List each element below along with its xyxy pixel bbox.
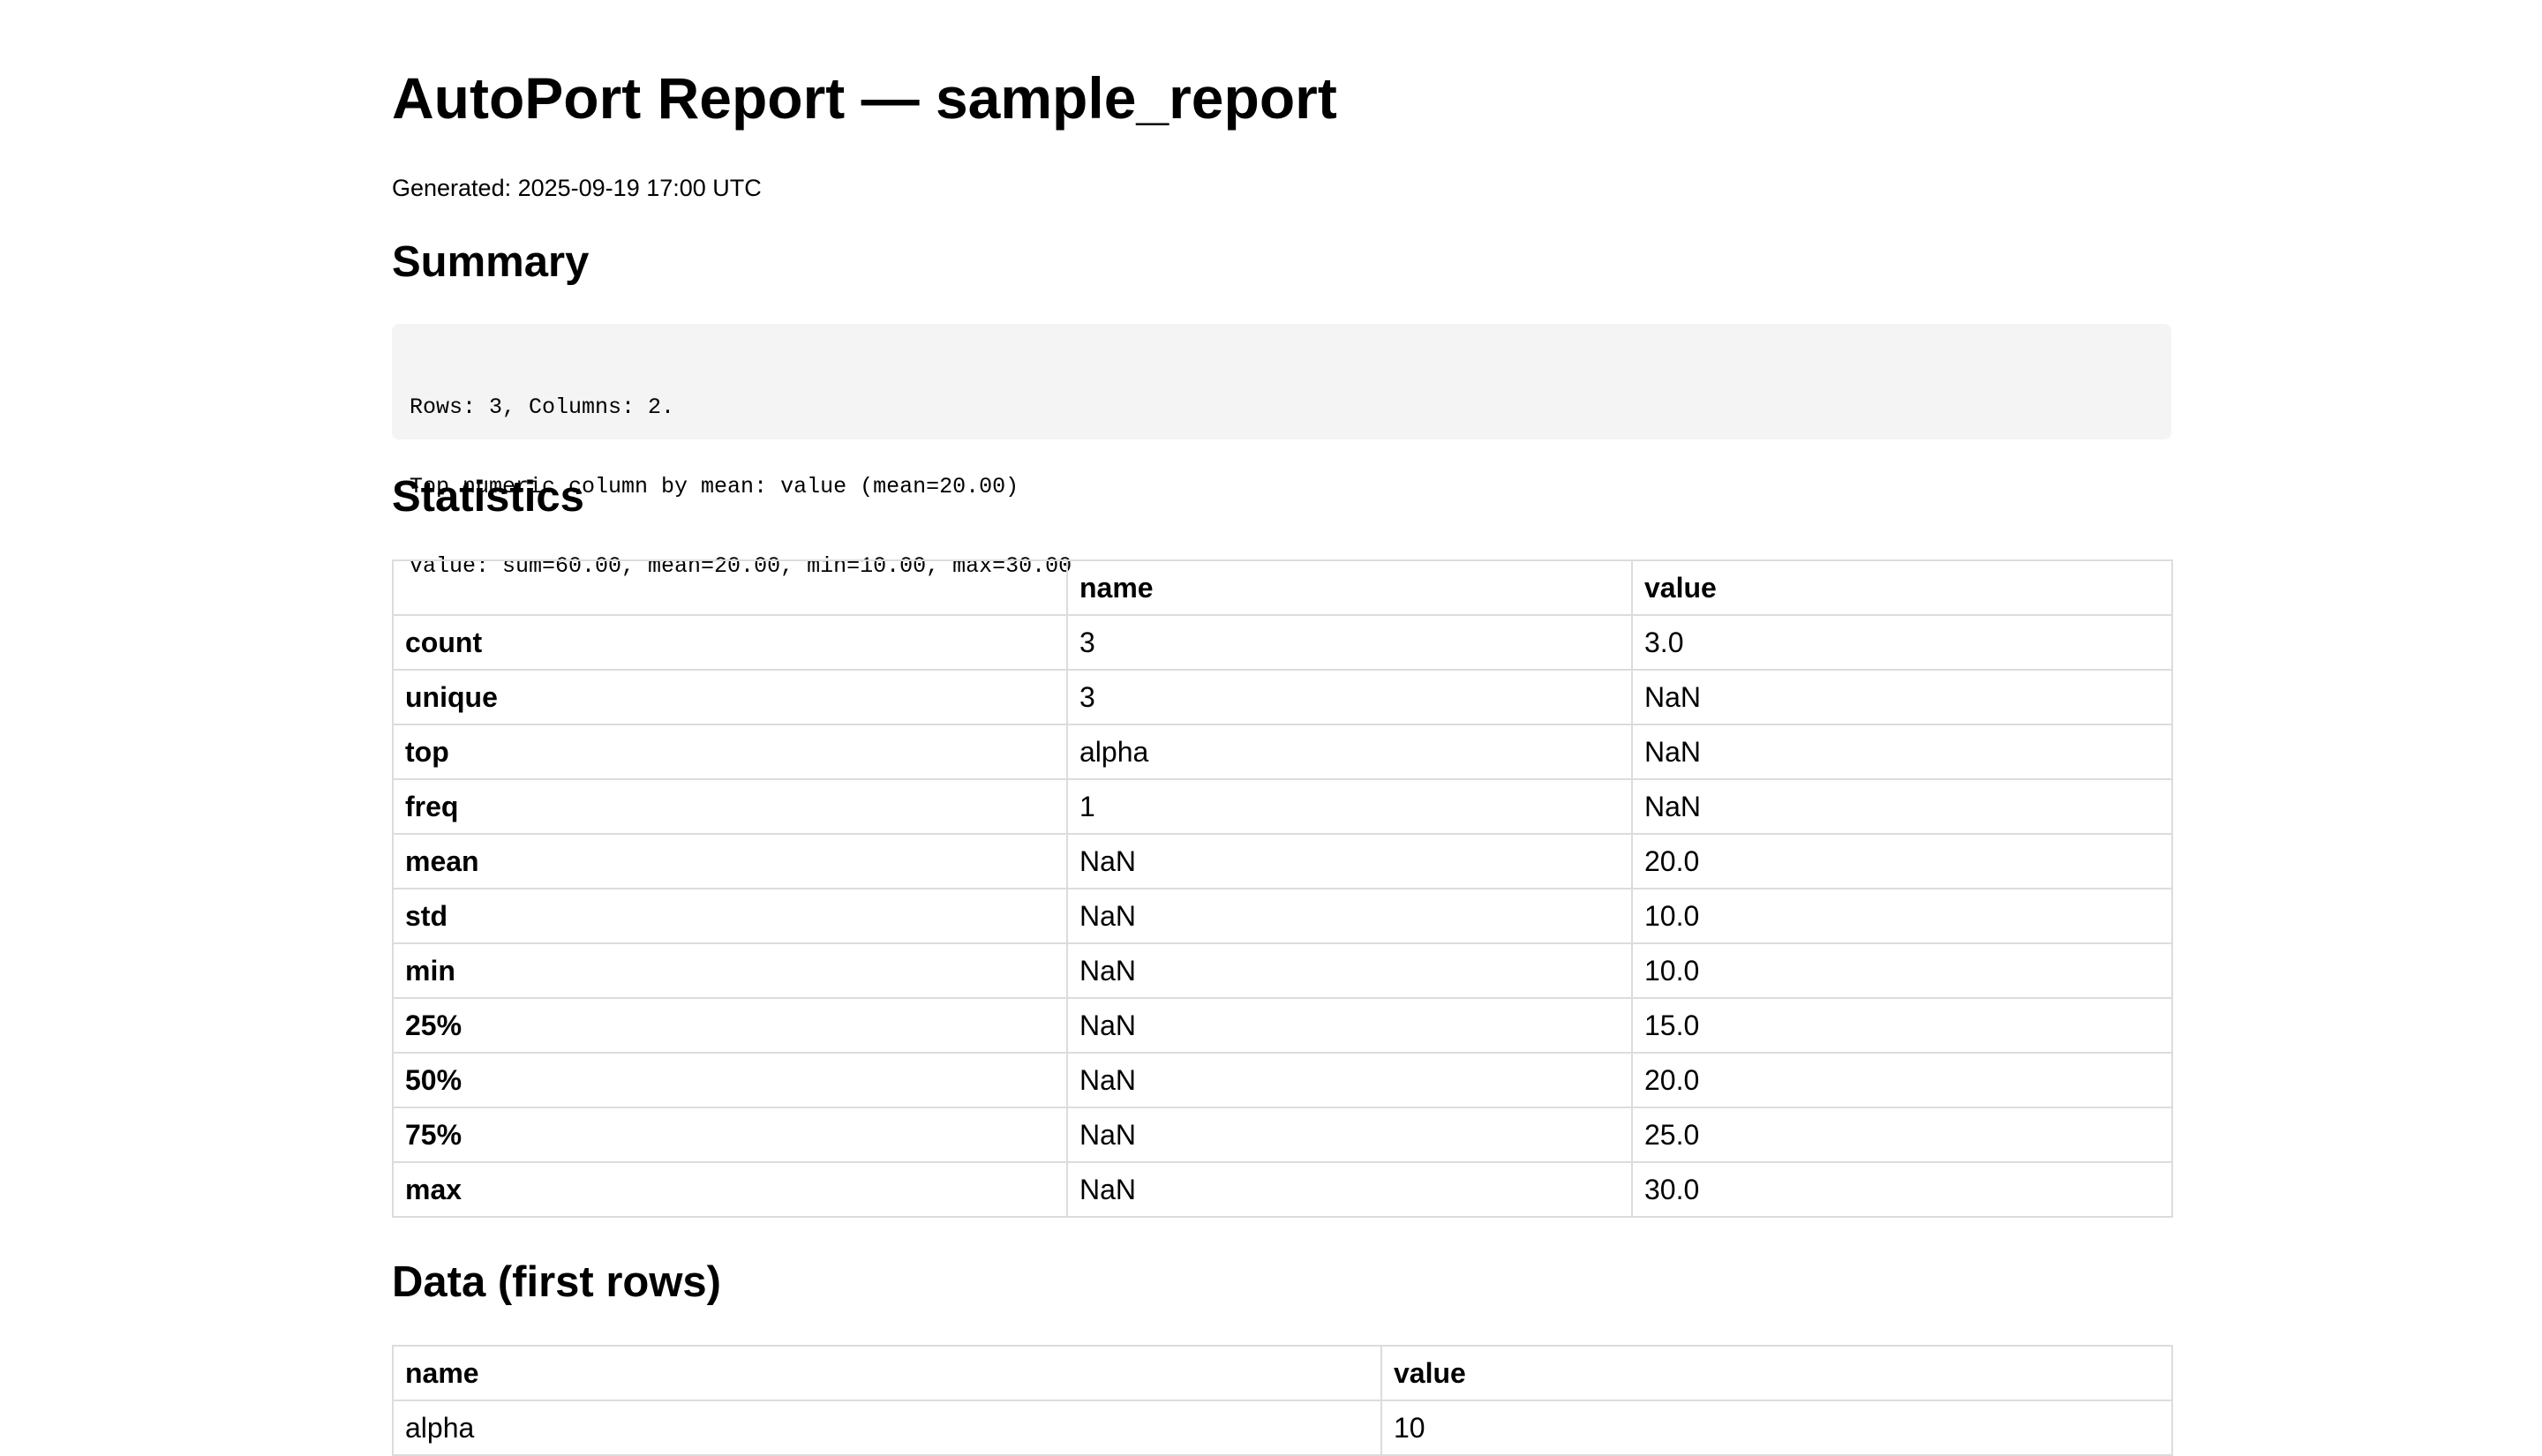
page-title: AutoPort Report — sample_report (392, 65, 1337, 131)
value-cell: 10 (1380, 1400, 2173, 1456)
name-cell: 3 (1066, 614, 1633, 671)
value-cell: NaN (1631, 724, 2173, 780)
name-cell: alpha (392, 1400, 1382, 1456)
value-cell: 10.0 (1631, 942, 2173, 999)
table-row: freq 1 NaN (392, 778, 2173, 835)
column-header-index (392, 559, 1068, 616)
value-cell: NaN (1631, 669, 2173, 725)
value-cell: 20.0 (1631, 1052, 2173, 1108)
summary-code-block: Rows: 3, Columns: 2. Top numeric column … (392, 324, 2171, 579)
row-label-cell: top (392, 724, 1068, 780)
value-cell: 30.0 (1631, 1161, 2173, 1218)
table-row: count 3 3.0 (392, 614, 2173, 671)
column-header-name: name (1066, 559, 1633, 616)
column-header-name: name (392, 1345, 1382, 1401)
table-row: 25% NaN 15.0 (392, 997, 2173, 1054)
row-label-cell: unique (392, 669, 1068, 725)
table-row: min NaN 10.0 (392, 942, 2173, 999)
name-cell: NaN (1066, 1052, 1633, 1108)
data-preview-table-body: alpha 10 (392, 1400, 2173, 1456)
statistics-header-row: name value (392, 559, 2173, 616)
row-label-cell: freq (392, 778, 1068, 835)
row-label-cell: 75% (392, 1107, 1068, 1163)
name-cell: NaN (1066, 833, 1633, 889)
name-cell: 3 (1066, 669, 1633, 725)
value-cell: 10.0 (1631, 888, 2173, 944)
table-row: mean NaN 20.0 (392, 833, 2173, 889)
name-cell: NaN (1066, 1107, 1633, 1163)
name-cell: NaN (1066, 942, 1633, 999)
statistics-table: name value count 3 3.0 unique 3 NaN top alpha Na… (392, 559, 2173, 1218)
value-cell: 3.0 (1631, 614, 2173, 671)
value-cell: 15.0 (1631, 997, 2173, 1054)
name-cell: 1 (1066, 778, 1633, 835)
data-preview-heading: Data (first rows) (392, 1258, 722, 1306)
column-header-value: value (1631, 559, 2173, 616)
summary-heading: Summary (392, 238, 590, 286)
summary-line: Rows: 3, Columns: 2. (410, 394, 675, 420)
statistics-heading: Statistics (392, 473, 584, 521)
data-preview-header-row: name value (392, 1345, 2173, 1401)
table-row: 75% NaN 25.0 (392, 1107, 2173, 1163)
name-cell: NaN (1066, 997, 1633, 1054)
value-cell: 20.0 (1631, 833, 2173, 889)
value-cell: 25.0 (1631, 1107, 2173, 1163)
statistics-table-body: count 3 3.0 unique 3 NaN top alpha NaN freq 1 NaN me… (392, 614, 2173, 1218)
name-cell: NaN (1066, 888, 1633, 944)
row-label-cell: min (392, 942, 1068, 999)
data-preview-table: name value alpha 10 (392, 1345, 2173, 1456)
value-cell: NaN (1631, 778, 2173, 835)
row-label-cell: max (392, 1161, 1068, 1218)
row-label-cell: 50% (392, 1052, 1068, 1108)
table-row: unique 3 NaN (392, 669, 2173, 725)
row-label-cell: mean (392, 833, 1068, 889)
row-label-cell: std (392, 888, 1068, 944)
row-label-cell: 25% (392, 997, 1068, 1054)
name-cell: alpha (1066, 724, 1633, 780)
table-row: alpha 10 (392, 1400, 2173, 1456)
table-row: std NaN 10.0 (392, 888, 2173, 944)
table-row: 50% NaN 20.0 (392, 1052, 2173, 1108)
table-row: max NaN 30.0 (392, 1161, 2173, 1218)
table-row: top alpha NaN (392, 724, 2173, 780)
summary-line: Top numeric column by mean: value (mean=… (410, 474, 1019, 499)
row-label-cell: count (392, 614, 1068, 671)
generated-timestamp: Generated: 2025-09-19 17:00 UTC (392, 175, 762, 201)
column-header-value: value (1380, 1345, 2173, 1401)
name-cell: NaN (1066, 1161, 1633, 1218)
